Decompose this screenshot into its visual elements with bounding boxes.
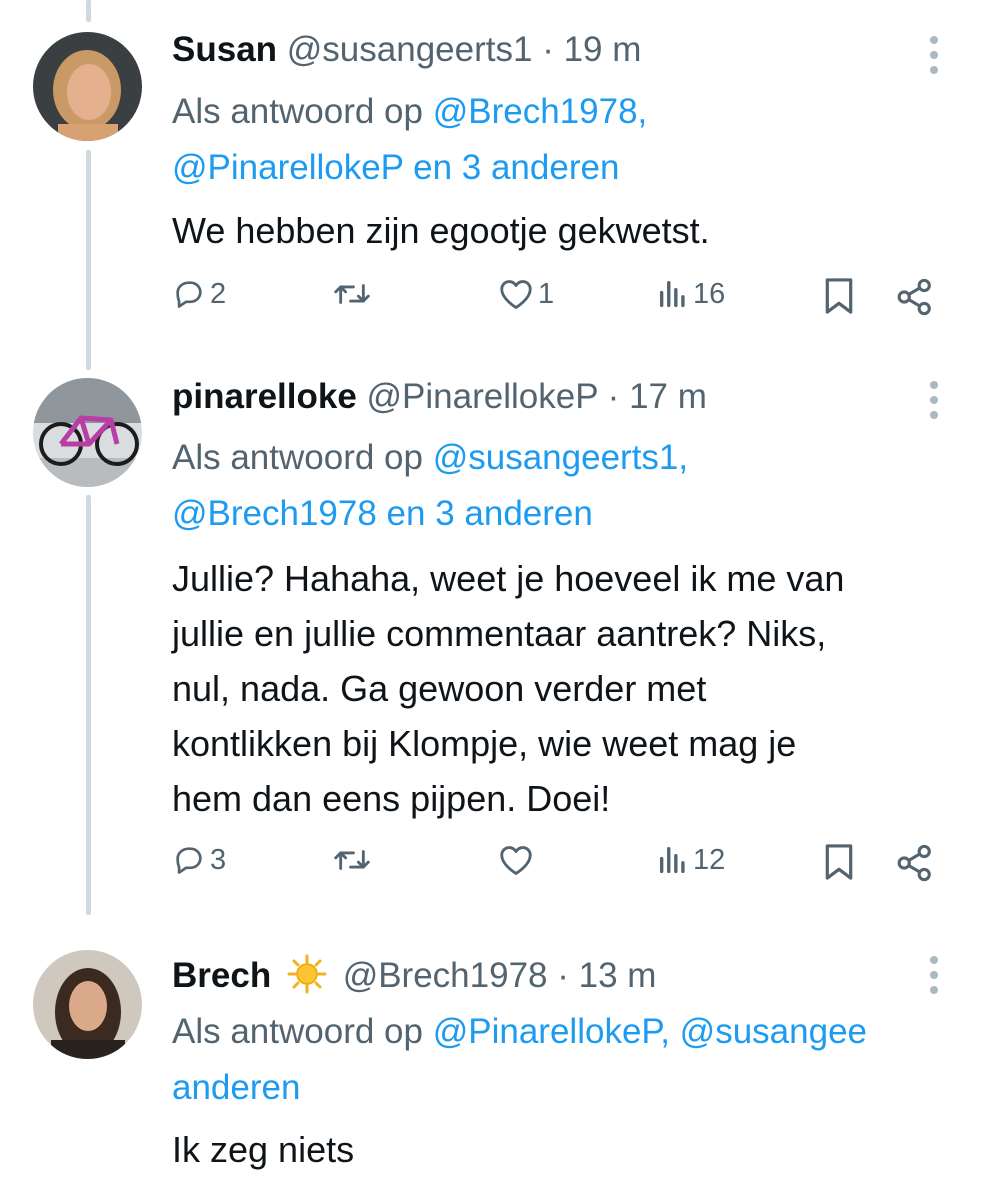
retweet-icon <box>334 284 370 304</box>
reply-button[interactable]: 2 <box>172 277 226 311</box>
retweet-button[interactable] <box>333 843 375 877</box>
view-count: 12 <box>693 843 726 876</box>
user-handle[interactable]: @Brech1978 <box>343 956 548 995</box>
share-icon <box>897 844 931 882</box>
views-icon <box>659 846 685 874</box>
avatar[interactable] <box>33 950 142 1059</box>
tweet-text-line: We hebben zijn egootje gekwetst. <box>172 210 710 251</box>
display-name[interactable]: Susan <box>172 30 277 69</box>
reply-context: Als antwoord op @susangeerts1, @Brech197… <box>172 430 988 542</box>
like-button[interactable]: 1 <box>498 277 554 311</box>
separator-dot: · <box>607 377 620 416</box>
bookmark-button[interactable] <box>822 843 856 881</box>
mention-link[interactable]: @Brech1978, <box>433 92 648 131</box>
view-count: 16 <box>693 277 726 310</box>
separator-dot: · <box>557 956 569 995</box>
reply-prefix: Als antwoord op <box>172 438 433 477</box>
more-options-icon[interactable] <box>916 370 952 430</box>
mention-link[interactable]: @Brech1978 en 3 anderen <box>172 494 593 533</box>
action-bar: 3 12 <box>0 843 988 893</box>
mention-link[interactable]: @PinarellokeP en 3 anderen <box>172 148 619 187</box>
mention-link[interactable]: @PinarellokeP, @susangee <box>433 1012 867 1051</box>
tweet-text-line: nul, nada. Ga gewoon verder met <box>172 668 707 709</box>
avatar[interactable] <box>33 32 142 141</box>
share-button[interactable] <box>895 843 935 883</box>
timestamp[interactable]: 17 m <box>629 377 707 416</box>
display-name[interactable]: Brech <box>172 956 271 995</box>
views-button[interactable]: 12 <box>657 843 725 877</box>
reply-context: Als antwoord op @Brech1978, @Pinarelloke… <box>172 84 988 196</box>
mention-link[interactable]: @susangeerts1, <box>433 438 688 477</box>
reply-context: Als antwoord op @PinarellokeP, @susangee… <box>172 1004 988 1116</box>
user-handle[interactable]: @PinarellokeP <box>367 377 598 416</box>
like-button[interactable] <box>498 843 538 877</box>
views-icon <box>659 280 685 308</box>
retweet-button[interactable] <box>333 277 375 311</box>
tweet-text-line: kontlikken bij Klompje, wie weet mag je <box>172 723 797 764</box>
reply-count: 2 <box>210 277 227 310</box>
bookmark-icon <box>825 278 853 314</box>
reply-count: 3 <box>210 843 227 876</box>
display-name[interactable]: pinarelloke <box>172 377 357 416</box>
avatar[interactable] <box>33 378 142 487</box>
timestamp[interactable]: 13 m <box>579 956 657 995</box>
more-options-icon[interactable] <box>916 25 952 85</box>
tweet-text-line: hem dan eens pijpen. Doei! <box>172 778 611 819</box>
mention-link[interactable]: anderen <box>172 1068 300 1107</box>
bookmark-button[interactable] <box>822 277 856 315</box>
share-button[interactable] <box>895 277 935 317</box>
like-icon <box>500 280 532 309</box>
like-icon <box>500 846 532 875</box>
reply-icon <box>176 281 202 308</box>
share-icon <box>897 278 931 316</box>
reply-button[interactable]: 3 <box>172 843 226 877</box>
sun-emoji-icon <box>287 954 327 994</box>
separator-dot: · <box>542 30 554 69</box>
reply-prefix: Als antwoord op <box>172 92 433 131</box>
tweet-text: We hebben zijn egootje gekwetst. <box>172 203 972 258</box>
more-options-icon[interactable] <box>916 945 952 1005</box>
tweet-text-line: Ik zeg niets <box>172 1129 355 1170</box>
retweet-icon <box>334 850 370 870</box>
reply-icon <box>176 847 202 874</box>
like-count: 1 <box>538 277 555 310</box>
tweet-text: Ik zeg niets <box>172 1122 972 1177</box>
tweet-text-line: Jullie? Hahaha, weet je hoeveel ik me va… <box>172 558 845 599</box>
tweet-pinarelloke[interactable]: pinarelloke @PinarellokeP · 17 m Als ant… <box>0 360 988 920</box>
user-handle[interactable]: @susangeerts1 <box>287 30 533 69</box>
bookmark-icon <box>825 844 853 880</box>
timestamp[interactable]: 19 m <box>564 30 642 69</box>
tweet-text: Jullie? Hahaha, weet je hoeveel ik me va… <box>172 551 972 826</box>
tweet-susan[interactable]: Susan @susangeerts1 · 19 m Als antwoord … <box>0 0 988 360</box>
action-bar: 2 1 16 <box>0 277 988 327</box>
tweet-brech[interactable]: Brech @Brech1978 · 13 m Als antwoord op … <box>0 920 988 1200</box>
views-button[interactable]: 16 <box>657 277 725 311</box>
tweet-text-line: jullie en jullie commentaar aantrek? Nik… <box>172 613 827 654</box>
reply-prefix: Als antwoord op <box>172 1012 433 1051</box>
